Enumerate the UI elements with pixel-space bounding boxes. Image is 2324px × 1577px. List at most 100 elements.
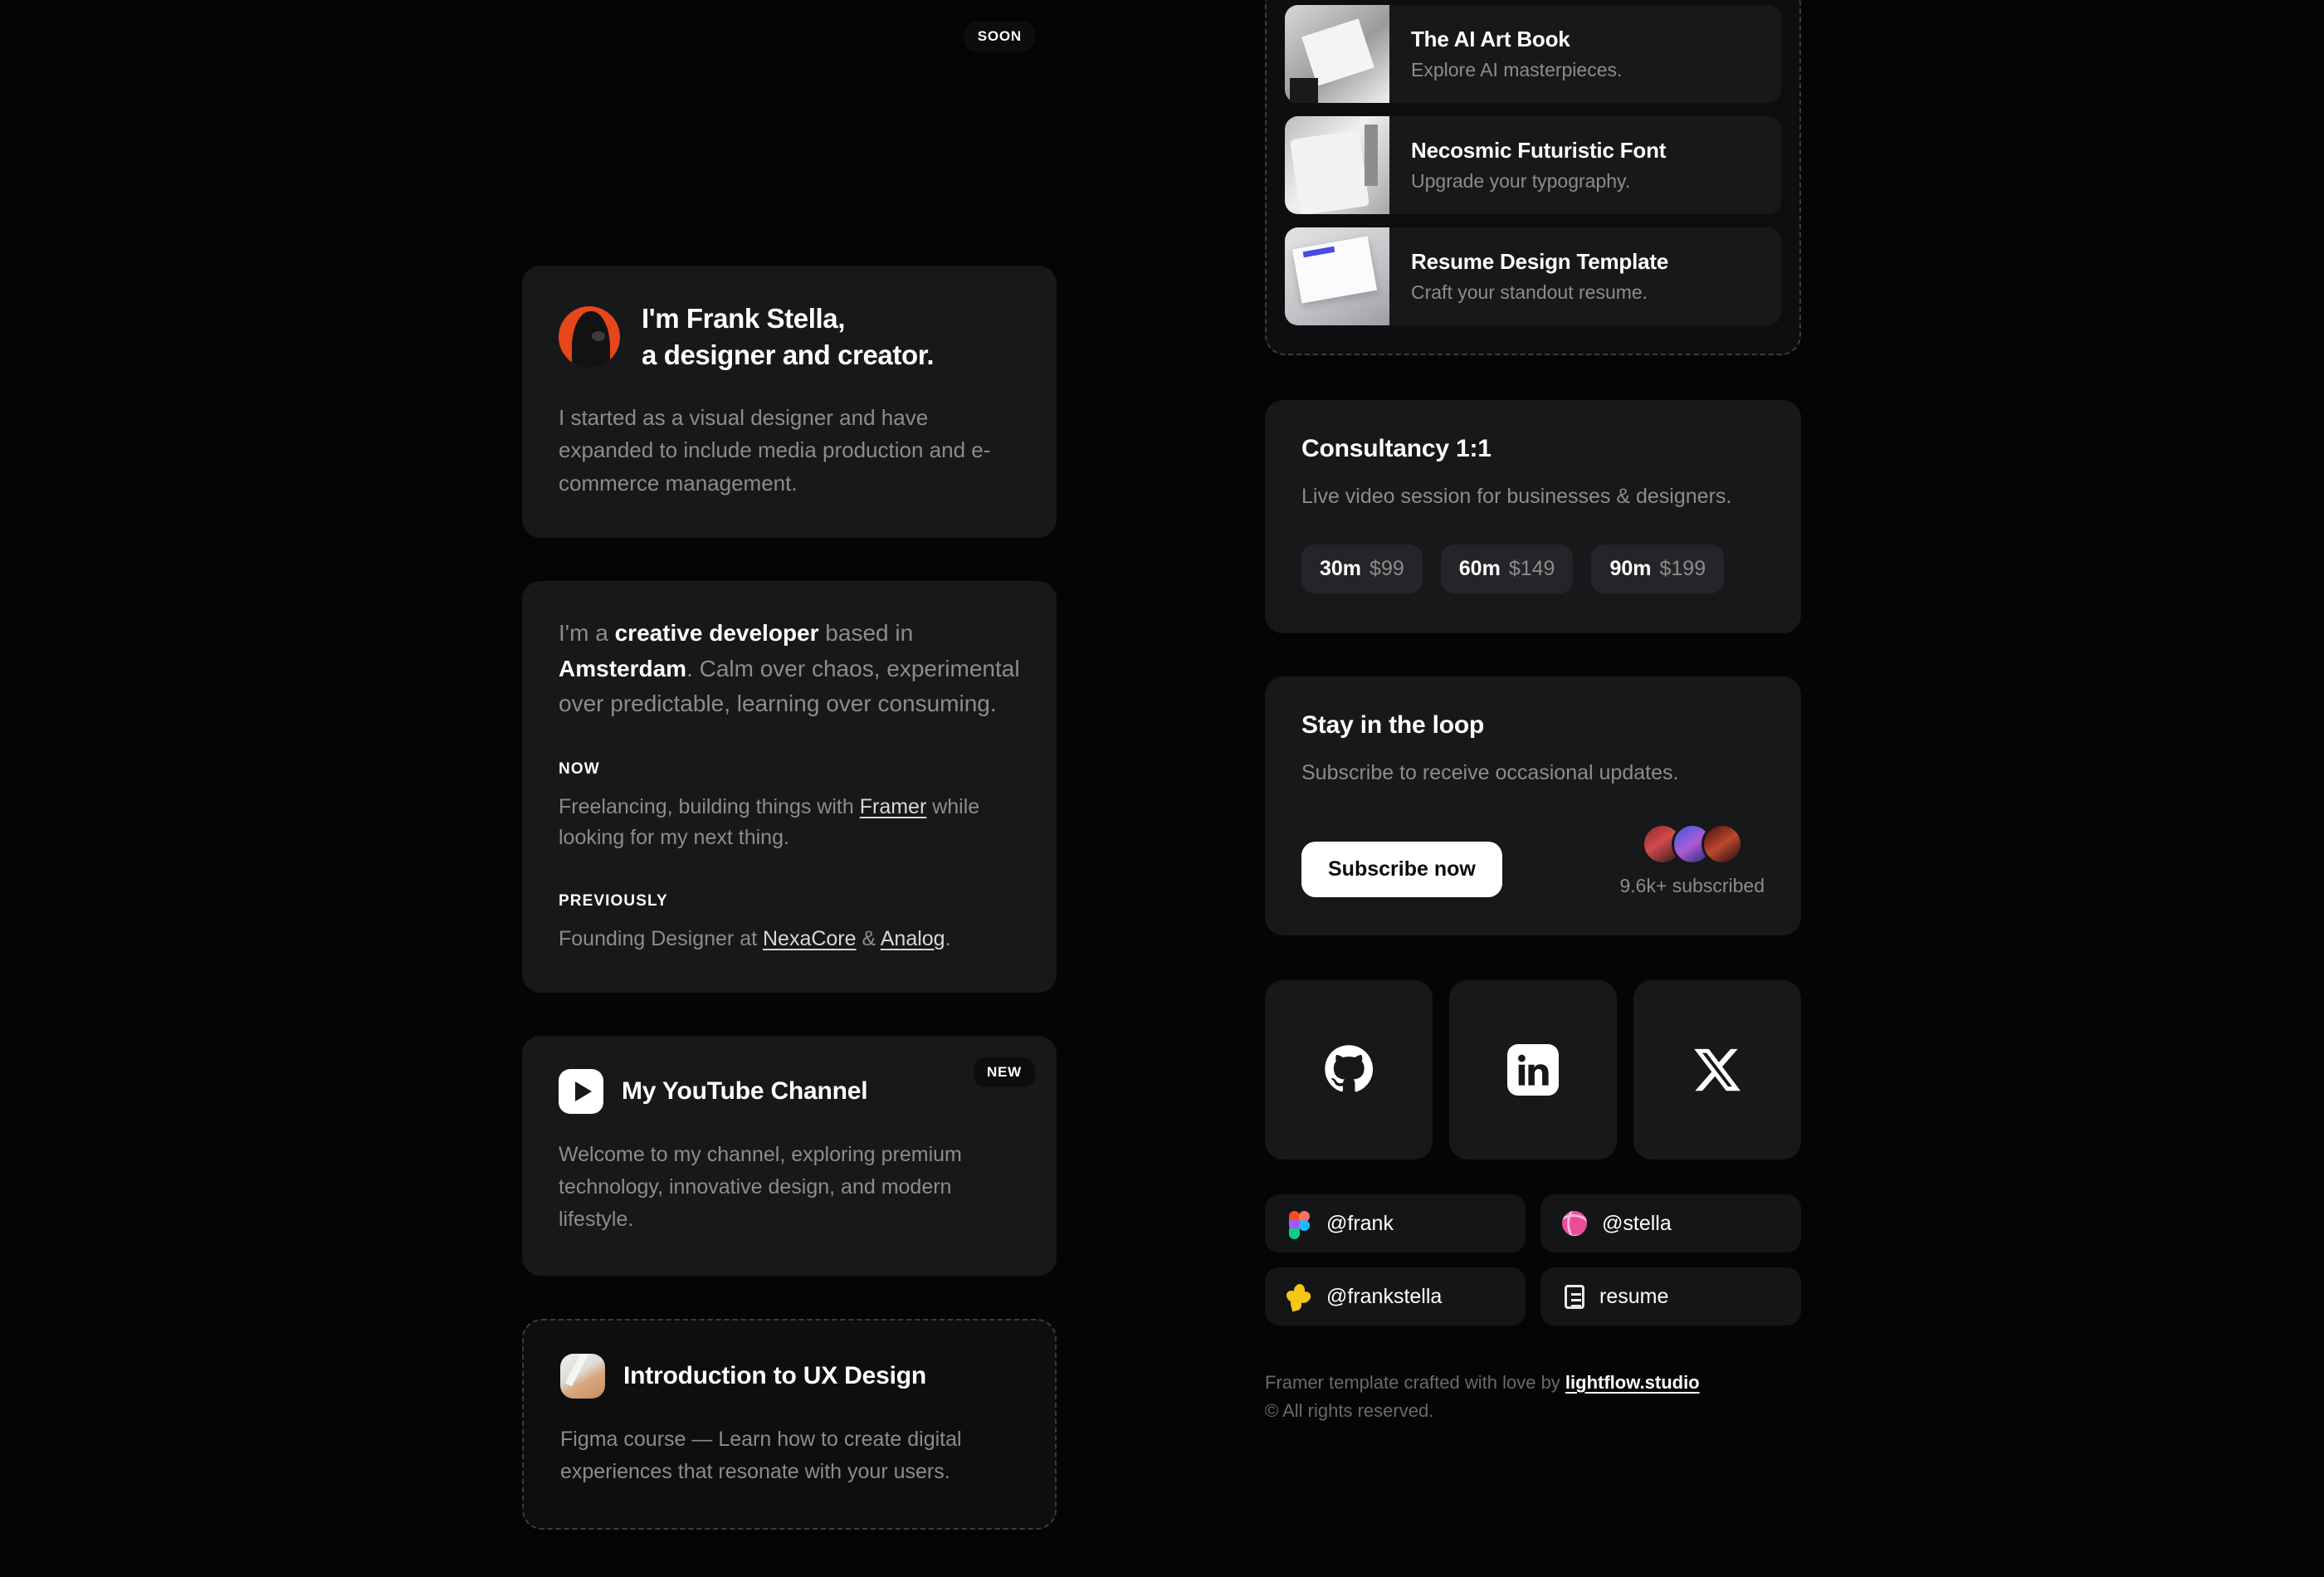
hero-title-line1: I'm Frank Stella, xyxy=(642,303,845,334)
social-link-linkedin[interactable] xyxy=(1449,980,1617,1160)
prev-amp: & xyxy=(856,926,881,950)
resume-template-thumb xyxy=(1285,227,1389,325)
consultancy-options: 30m $99 60m $149 90m $199 xyxy=(1301,544,1765,593)
newsletter-title: Stay in the loop xyxy=(1301,710,1485,739)
ai-art-book-thumb xyxy=(1285,5,1389,103)
course-title: Introduction to UX Design xyxy=(623,1362,926,1390)
framer-link[interactable]: Framer xyxy=(860,795,927,818)
hero-title-line2: a designer and creator. xyxy=(642,339,935,370)
social-link-x[interactable] xyxy=(1633,980,1801,1160)
social-links xyxy=(1265,980,1801,1160)
handle-links: @frank @stella @frankstella resume xyxy=(1265,1194,1801,1326)
list-item[interactable]: Resume Design Template Craft your stando… xyxy=(1285,227,1781,325)
footer-copyright: © All rights reserved. xyxy=(1265,1400,1434,1422)
option-price: $199 xyxy=(1659,556,1706,580)
avatar-stack xyxy=(1619,823,1765,865)
course-header: Introduction to UX Design xyxy=(560,1354,1018,1399)
status-badge: SOON xyxy=(964,22,1035,51)
page-root: I'm Frank Stella, a designer and creator… xyxy=(0,0,2324,1577)
handle-gumroad[interactable]: @frankstella xyxy=(1265,1267,1526,1326)
social-link-github[interactable] xyxy=(1265,980,1433,1160)
youtube-title: My YouTube Channel xyxy=(622,1077,868,1106)
bio-lead: I'm a creative developer based in Amster… xyxy=(559,616,1020,722)
product-text: Resume Design Template Craft your stando… xyxy=(1389,227,1690,325)
hero-header: I'm Frank Stella, a designer and creator… xyxy=(559,300,1020,374)
product-title: Necosmic Futuristic Font xyxy=(1411,138,1667,163)
handle-label: @stella xyxy=(1602,1211,1672,1235)
handle-label: @frankstella xyxy=(1326,1284,1443,1308)
handle-label: resume xyxy=(1599,1284,1669,1308)
previously-text: Founding Designer at NexaCore & Analog. xyxy=(559,924,1020,955)
subscriber-count: 9.6k+ subscribed xyxy=(1619,875,1765,896)
hero-card: I'm Frank Stella, a designer and creator… xyxy=(522,266,1057,539)
handle-dribbble[interactable]: @stella xyxy=(1540,1194,1801,1252)
product-subtitle: Upgrade your typography. xyxy=(1411,170,1631,192)
portrait-avatar xyxy=(559,305,620,368)
figma-icon xyxy=(1286,1211,1311,1239)
youtube-header: My YouTube Channel xyxy=(559,1069,1020,1115)
previously-label: PREVIOUSLY xyxy=(559,891,668,910)
handle-figma[interactable]: @frank xyxy=(1265,1194,1526,1252)
hand-writing-icon xyxy=(560,1354,605,1399)
course-card[interactable]: SOON Introduction to UX Design Figma cou… xyxy=(522,22,1057,1531)
linkedin-icon xyxy=(1507,1044,1559,1096)
youtube-body: Welcome to my channel, exploring premium… xyxy=(559,1143,962,1232)
price-option-60m[interactable]: 60m $149 xyxy=(1440,544,1574,593)
dribbble-icon xyxy=(1562,1211,1587,1236)
handle-resume[interactable]: resume xyxy=(1540,1267,1801,1326)
necosmic-font-thumb xyxy=(1285,116,1389,214)
hero-paragraph: I started as a visual designer and have … xyxy=(559,404,991,496)
bio-strong-city: Amsterdam xyxy=(559,655,687,681)
product-title: The AI Art Book xyxy=(1411,27,1570,51)
option-duration: 90m xyxy=(1609,556,1652,580)
newsletter-card: Stay in the loop Subscribe to receive oc… xyxy=(1265,676,1801,935)
products-list: The AI Art Book Explore AI masterpieces.… xyxy=(1265,0,1801,355)
x-icon xyxy=(1694,1048,1741,1091)
option-price: $149 xyxy=(1508,556,1555,580)
subscribe-button[interactable]: Subscribe now xyxy=(1301,842,1502,897)
youtube-play-icon xyxy=(559,1069,603,1115)
price-option-30m[interactable]: 30m $99 xyxy=(1301,544,1423,593)
avatar xyxy=(1701,823,1743,865)
analog-link[interactable]: Analog xyxy=(881,927,945,950)
footer-pre: Framer template crafted with love by xyxy=(1265,1372,1565,1393)
bio-lead-pre: I'm a xyxy=(559,620,615,647)
now-label: NOW xyxy=(559,759,600,778)
handle-label: @frank xyxy=(1326,1211,1394,1235)
consultancy-card: Consultancy 1:1 Live video session for b… xyxy=(1265,400,1801,633)
bio-card: I'm a creative developer based in Amster… xyxy=(522,581,1057,994)
newsletter-actions: Subscribe now 9.6k+ subscribed xyxy=(1301,823,1765,897)
consultancy-subtitle: Live video session for businesses & desi… xyxy=(1301,485,1732,508)
now-text: Freelancing, building things with Framer… xyxy=(559,792,1020,854)
footer-credit: Framer template crafted with love by lig… xyxy=(1265,1369,1801,1397)
github-icon xyxy=(1325,1045,1374,1092)
option-price: $99 xyxy=(1370,556,1404,580)
newsletter-subtitle: Subscribe to receive occasional updates. xyxy=(1301,760,1679,784)
bio-lead-mid: based in xyxy=(818,620,914,647)
right-column: The AI Art Book Explore AI masterpieces.… xyxy=(1265,0,1801,1425)
product-title: Resume Design Template xyxy=(1411,249,1669,274)
hero-title-block: I'm Frank Stella, a designer and creator… xyxy=(642,300,935,374)
option-duration: 60m xyxy=(1458,556,1501,580)
option-duration: 30m xyxy=(1320,556,1362,580)
left-column: I'm Frank Stella, a designer and creator… xyxy=(522,0,1057,1531)
list-item[interactable]: Necosmic Futuristic Font Upgrade your ty… xyxy=(1285,116,1781,214)
gumroad-icon xyxy=(1284,1282,1313,1312)
price-option-90m[interactable]: 90m $199 xyxy=(1591,544,1725,593)
list-item[interactable]: The AI Art Book Explore AI masterpieces. xyxy=(1285,5,1781,103)
prev-pre: Founding Designer at xyxy=(559,926,763,950)
lightflow-link[interactable]: lightflow.studio xyxy=(1565,1372,1700,1393)
course-body: Figma course — Learn how to create digit… xyxy=(560,1428,962,1484)
product-subtitle: Craft your standout resume. xyxy=(1411,281,1648,303)
bio-strong-role: creative developer xyxy=(614,620,819,647)
status-badge: NEW xyxy=(973,1057,1035,1088)
footer: Framer template crafted with love by lig… xyxy=(1265,1369,1801,1425)
nexacore-link[interactable]: NexaCore xyxy=(763,927,857,950)
prev-post: . xyxy=(945,926,951,950)
subscriber-proof: 9.6k+ subscribed xyxy=(1619,823,1765,897)
youtube-card[interactable]: NEW My YouTube Channel Welcome to my cha… xyxy=(522,1036,1057,1277)
now-pre: Freelancing, building things with xyxy=(559,794,860,818)
product-text: The AI Art Book Explore AI masterpieces. xyxy=(1389,5,1643,103)
consultancy-title: Consultancy 1:1 xyxy=(1301,435,1492,462)
document-icon xyxy=(1565,1284,1584,1309)
